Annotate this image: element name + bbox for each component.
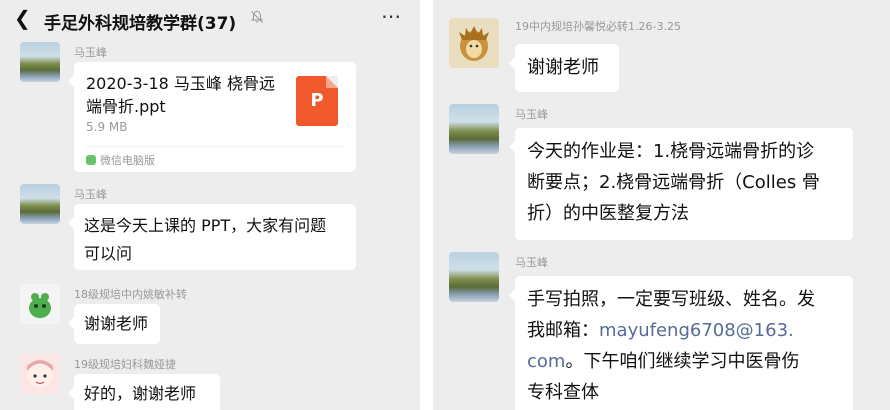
file-size: 5.9 MB — [86, 120, 128, 134]
chat-title: 手足外科规培教学群(37) — [44, 14, 237, 34]
avatar[interactable] — [20, 42, 60, 82]
sender-name: 马玉峰 — [515, 108, 548, 121]
message-bubble[interactable]: 好的，谢谢老师 — [68, 374, 220, 410]
divider — [86, 146, 344, 147]
sender-name: 18级规培中内姚敏补转 — [74, 288, 187, 301]
avatar[interactable] — [449, 252, 499, 302]
message-bubble[interactable]: 手写拍照，一定要写班级、姓名。发 我邮箱：mayufeng6708@163. c… — [509, 276, 853, 410]
message-bubble[interactable]: 谢谢老师 — [68, 304, 160, 344]
chevron-left-icon[interactable]: ❮ — [14, 8, 31, 28]
chat-header: ❮ 手足外科规培教学群(37) ⋯ — [0, 0, 420, 40]
left-chat-panel: ❮ 手足外科规培教学群(37) ⋯ 马玉峰 2020-3-18 马玉峰 桡骨远端… — [0, 0, 420, 410]
sender-name: 马玉峰 — [515, 256, 548, 269]
sender-name: 马玉峰 — [74, 46, 107, 59]
file-message-card[interactable]: 2020-3-18 马玉峰 桡骨远端骨折.ppt 5.9 MB P 微信电脑版 — [68, 62, 356, 172]
sender-name: 19级规培妇科魏娅捷 — [74, 358, 176, 371]
file-name: 2020-3-18 马玉峰 桡骨远端骨折.ppt — [86, 74, 275, 116]
bell-off-icon — [250, 10, 264, 23]
file-source: 微信电脑版 — [86, 152, 155, 168]
wechat-pc-icon — [86, 155, 96, 165]
message-bubble[interactable]: 今天的作业是：1.桡骨远端骨折的诊 断要点；2.桡骨远端骨折（Colles 骨 … — [509, 128, 853, 240]
email-link[interactable]: mayufeng6708@163. — [599, 320, 794, 341]
message-bubble[interactable]: 这是今天上课的 PPT，大家有问题 可以问 — [68, 204, 356, 270]
sender-name: 马玉峰 — [74, 188, 107, 201]
avatar[interactable] — [449, 18, 499, 68]
avatar[interactable] — [20, 184, 60, 224]
message-bubble[interactable]: 谢谢老师 — [509, 44, 619, 92]
ppt-file-icon: P — [296, 76, 338, 126]
avatar[interactable] — [449, 104, 499, 154]
avatar[interactable] — [20, 284, 60, 324]
right-chat-panel: 19中内规培孙馨悦必转1.26-3.25 谢谢老师 马玉峰 今天的作业是：1.桡… — [433, 0, 890, 410]
ellipsis-icon[interactable]: ⋯ — [381, 4, 402, 28]
avatar[interactable] — [20, 354, 60, 394]
email-link[interactable]: com — [527, 351, 565, 372]
sender-name: 19中内规培孙馨悦必转1.26-3.25 — [515, 20, 681, 33]
